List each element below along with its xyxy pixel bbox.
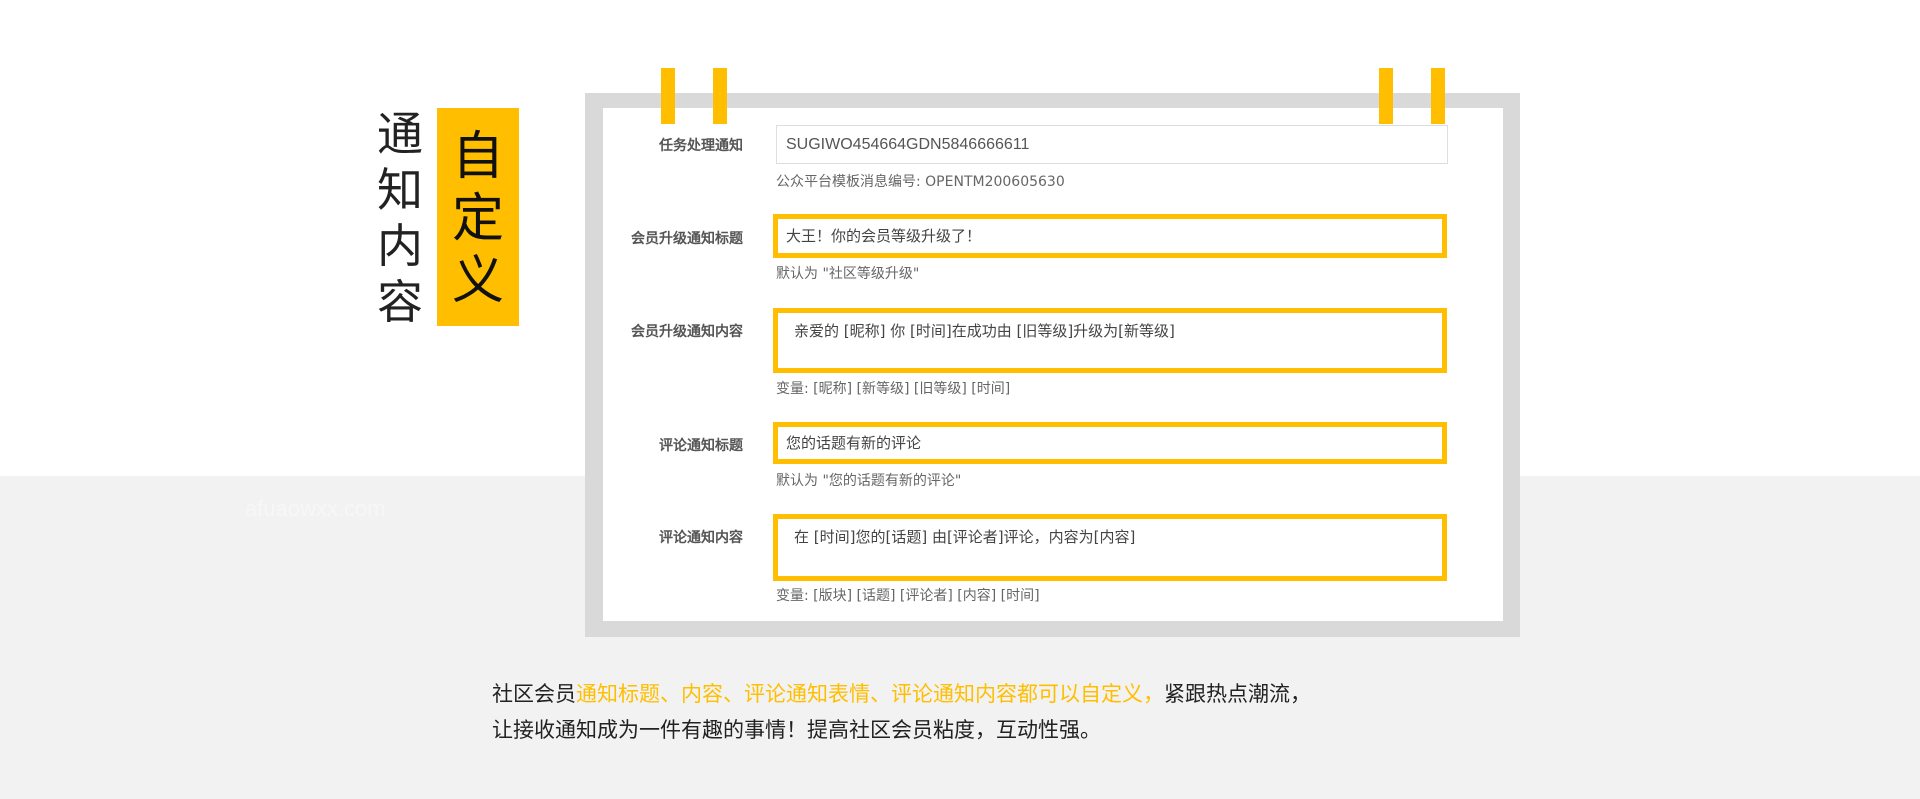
title-plain: 通知内容 — [377, 107, 423, 329]
caption-suffix: 紧跟热点潮流， — [1164, 682, 1311, 706]
upgrade-title-input[interactable]: 大王！你的会员等级升级了！ — [773, 214, 1447, 258]
label-task-notice: 任务处理通知 — [659, 138, 743, 154]
binder-ring-icon — [713, 68, 727, 124]
task-notice-template-input[interactable]: SUGIWO454664GDN5846666611 — [776, 125, 1448, 164]
label-upgrade-content: 会员升级通知内容 — [631, 324, 743, 340]
binder-ring-icon — [661, 68, 675, 124]
comment-title-hint: 默认为 "您的话题有新的评论" — [776, 473, 962, 489]
label-comment-content: 评论通知内容 — [659, 530, 743, 546]
caption-prefix: 社区会员 — [492, 682, 576, 706]
caption-accent: 通知标题、内容、评论通知表情、评论通知内容都可以自定义， — [576, 682, 1164, 706]
comment-content-textarea[interactable]: 在 [时间]您的[话题] 由[评论者]评论，内容为[内容] — [773, 514, 1447, 581]
upgrade-content-textarea[interactable]: 亲爱的 [昵称] 你 [时间]在成功由 [旧等级]升级为[新等级] — [773, 308, 1447, 373]
binder-ring-icon — [1431, 68, 1445, 124]
title-highlight-box: 自定义 — [437, 108, 519, 326]
binder-ring-icon — [1379, 68, 1393, 124]
watermark: afuaowxx.com — [245, 496, 386, 521]
title-highlight-text: 自定义 — [451, 127, 504, 311]
task-notice-hint: 公众平台模板消息编号: OPENTM200605630 — [776, 174, 1065, 190]
upgrade-content-hint: 变量: [昵称] [新等级] [旧等级] [时间] — [776, 381, 1011, 397]
label-comment-title: 评论通知标题 — [659, 438, 743, 454]
caption-line-1: 社区会员通知标题、内容、评论通知表情、评论通知内容都可以自定义，紧跟热点潮流， — [492, 676, 1311, 712]
comment-content-hint: 变量: [版块] [话题] [评论者] [内容] [时间] — [776, 588, 1040, 604]
upgrade-title-hint: 默认为 "社区等级升级" — [776, 266, 920, 282]
comment-title-input[interactable]: 您的话题有新的评论 — [773, 422, 1447, 464]
label-upgrade-title: 会员升级通知标题 — [631, 231, 743, 247]
caption-line-2: 让接收通知成为一件有趣的事情！提高社区会员粘度，互动性强。 — [492, 718, 1101, 742]
